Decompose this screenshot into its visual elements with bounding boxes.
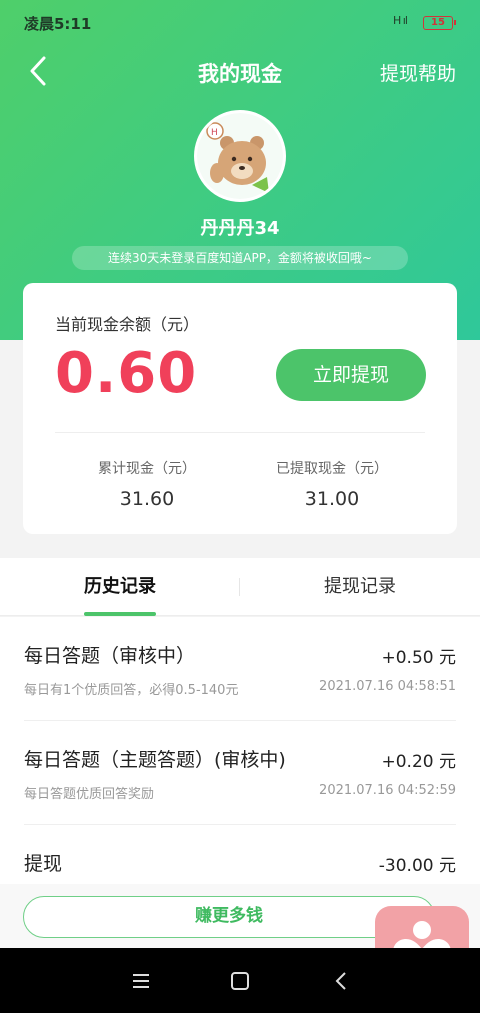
withdraw-help-link[interactable]: 提现帮助 (380, 59, 456, 86)
svg-text:H: H (211, 128, 218, 138)
active-tab-indicator (84, 612, 156, 616)
record-amount: +0.20 元 (381, 752, 457, 772)
tab-withdraw-records[interactable]: 提现记录 (240, 558, 480, 616)
balance-card: 当前现金余额（元） 0.60 立即提现 累计现金（元） 31.60 已提取现金（… (23, 283, 457, 534)
status-time: 凌晨5:11 (24, 15, 92, 33)
record-time: 2021.07.16 04:52:59 (319, 783, 456, 798)
list-item[interactable]: 每日答题（审核中） +0.50 元 每日有1个优质回答，必得0.5-140元 2… (24, 617, 456, 721)
withdraw-now-button[interactable]: 立即提现 (276, 349, 426, 401)
menu-button[interactable] (126, 966, 156, 996)
bear-avatar-icon: H (197, 113, 283, 199)
record-list: 每日答题（审核中） +0.50 元 每日有1个优质回答，必得0.5-140元 2… (0, 617, 480, 887)
record-title: 每日答题（主题答题）(审核中) (24, 749, 286, 771)
total-cash-value: 31.60 (119, 488, 175, 510)
record-amount: +0.50 元 (381, 648, 457, 668)
status-bar: 凌晨5:11 H ıl 15 (0, 0, 480, 44)
tab-history[interactable]: 历史记录 (0, 558, 240, 616)
record-tabs: 历史记录 提现记录 (0, 558, 480, 616)
system-back-button[interactable] (326, 966, 356, 996)
back-button[interactable] (24, 54, 54, 88)
menu-icon (133, 974, 149, 988)
record-time: 2021.07.16 04:58:51 (319, 679, 456, 694)
avatar[interactable]: H (194, 110, 286, 202)
withdrawn-cash-label: 已提取现金（元） (276, 461, 388, 477)
back-triangle-icon (335, 972, 346, 990)
list-item[interactable]: 每日答题（主题答题）(审核中) +0.20 元 每日答题优质回答奖励 2021.… (24, 721, 456, 825)
username: 丹丹丹34 (200, 218, 280, 239)
signal-icon: H ıl (393, 14, 408, 27)
record-desc: 每日答题优质回答奖励 (24, 787, 155, 802)
record-title: 每日答题（审核中） (24, 645, 196, 667)
home-icon (231, 972, 249, 990)
balance-value: 0.60 (55, 341, 198, 406)
total-cash-stat: 累计现金（元） 31.60 (67, 458, 227, 510)
card-divider (55, 432, 425, 433)
record-title: 提现 (24, 853, 63, 875)
balance-label: 当前现金余额（元） (55, 315, 200, 334)
battery-icon: 15 (423, 16, 456, 30)
list-item[interactable]: 提现 -30.00 元 (24, 825, 456, 887)
total-cash-label: 累计现金（元） (98, 461, 196, 477)
chevron-left-icon (30, 56, 46, 86)
earn-more-button[interactable]: 赚更多钱 (23, 896, 435, 938)
home-button[interactable] (225, 966, 255, 996)
record-desc: 每日有1个优质回答，必得0.5-140元 (24, 683, 239, 698)
record-amount: -30.00 元 (378, 856, 456, 876)
expiry-notice: 连续30天未登录百度知道APP，金额将被收回哦~ (72, 246, 408, 270)
withdrawn-cash-value: 31.00 (304, 488, 360, 510)
withdrawn-cash-stat: 已提取现金（元） 31.00 (252, 458, 412, 510)
system-navigation-bar (0, 948, 480, 1013)
